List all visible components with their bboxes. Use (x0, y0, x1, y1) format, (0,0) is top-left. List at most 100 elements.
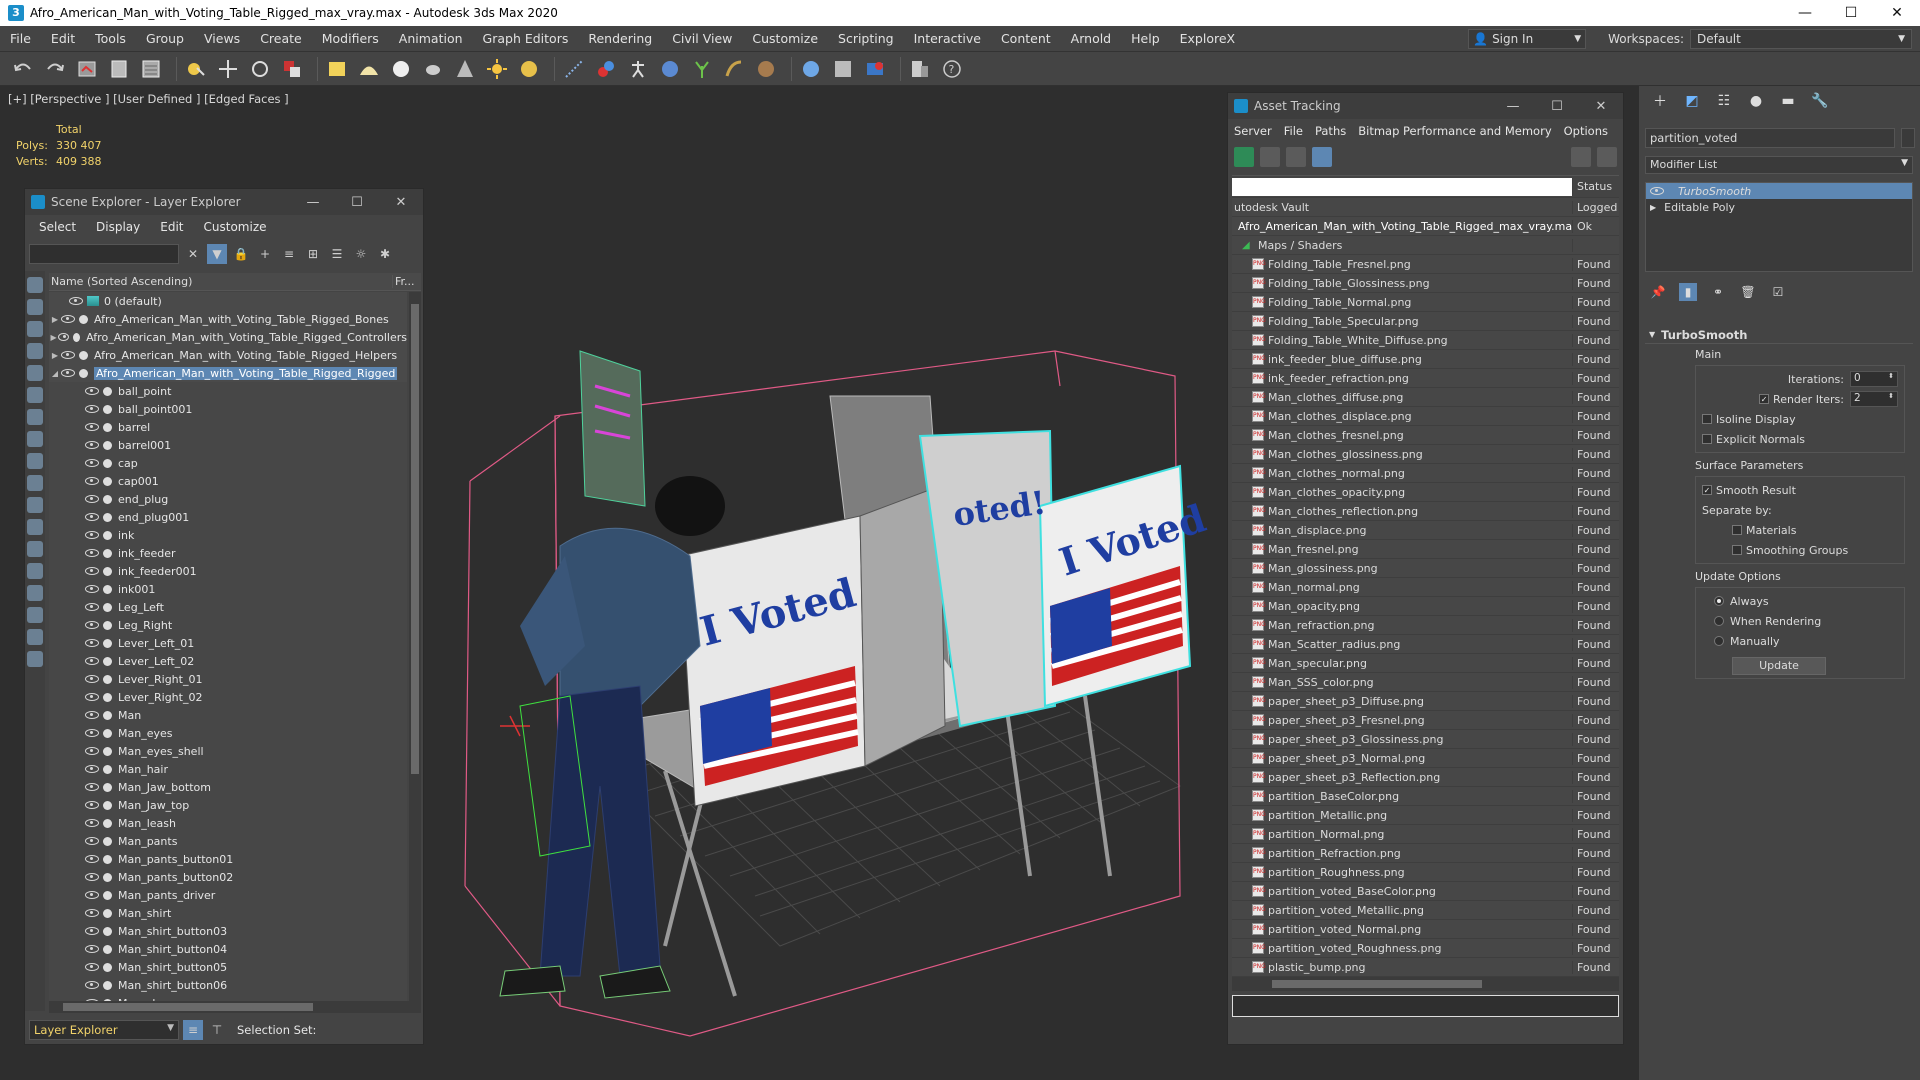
render-dot-icon[interactable] (103, 602, 112, 612)
menu-file[interactable]: File (0, 31, 41, 46)
render-dot-icon[interactable] (103, 980, 112, 990)
xrefs-filter-icon[interactable] (27, 431, 43, 447)
asset-file-row[interactable]: PNG Folding_Table_White_Diffuse.png Found (1232, 331, 1619, 350)
minimize-button[interactable]: — (291, 195, 335, 210)
render-dot-icon[interactable] (73, 332, 81, 342)
stack-item-turbosmooth[interactable]: TurboSmooth (1646, 183, 1912, 199)
se-menu-customize[interactable]: Customize (204, 220, 267, 234)
asset-tracking-titlebar[interactable]: Asset Tracking — ☐ ✕ (1228, 93, 1623, 119)
geometry-filter-icon[interactable] (27, 277, 43, 293)
object-color-swatch[interactable] (1901, 128, 1915, 148)
asset-file-row[interactable]: PNG ink_feeder_blue_diffuse.png Found (1232, 350, 1619, 369)
eye-icon[interactable] (69, 297, 83, 305)
render-dot-icon[interactable] (103, 440, 112, 450)
eye-icon[interactable] (85, 765, 99, 773)
object-row[interactable]: ink (49, 526, 407, 544)
asset-file-row[interactable]: PNG Man_normal.png Found (1232, 578, 1619, 597)
asset-file-row[interactable]: PNG Man_opacity.png Found (1232, 597, 1619, 616)
refresh-icon[interactable] (1234, 147, 1254, 167)
render-dot-icon[interactable] (103, 476, 112, 486)
render-dot-icon[interactable] (103, 692, 112, 702)
asset-file-row[interactable]: PNG Man_glossiness.png Found (1232, 559, 1619, 578)
render-dot-icon[interactable] (103, 764, 112, 774)
minimize-button[interactable]: — (1782, 0, 1828, 26)
asset-file-row[interactable]: PNG plastic_bump.png Found (1232, 958, 1619, 977)
object-name-field[interactable]: partition_voted (1645, 128, 1895, 148)
object-row[interactable]: Man_shirt_button03 (49, 922, 407, 940)
display-tab-icon[interactable]: ▬ (1775, 90, 1801, 112)
asset-file-row[interactable]: PNG paper_sheet_p3_Glossiness.png Found (1232, 730, 1619, 749)
spinner-arrows-icon[interactable]: ⬍ (1888, 392, 1894, 406)
eye-icon[interactable] (1650, 187, 1664, 195)
object-row[interactable]: barrel (49, 418, 407, 436)
asset-file-row[interactable]: PNG Man_displace.png Found (1232, 521, 1619, 540)
asset-file-row[interactable]: PNG Folding_Table_Normal.png Found (1232, 293, 1619, 312)
object-row[interactable]: Man_eyes_shell (49, 742, 407, 760)
expand-arrow-icon[interactable]: ▶ (1650, 203, 1656, 212)
object-row[interactable]: Man_Jaw_bottom (49, 778, 407, 796)
dome-icon[interactable] (356, 56, 382, 82)
object-row[interactable]: Man (49, 706, 407, 724)
object-row[interactable]: Lever_Left_01 (49, 634, 407, 652)
eye-icon[interactable] (85, 855, 99, 863)
select-move-icon[interactable] (215, 56, 241, 82)
display-none-icon[interactable] (27, 563, 43, 579)
layer-row[interactable]: ▶ Afro_American_Man_with_Voting_Table_Rig… (49, 346, 407, 364)
render-dot-icon[interactable] (103, 872, 112, 882)
select-scale-icon[interactable] (279, 56, 305, 82)
redo-icon[interactable] (42, 56, 68, 82)
scene-file-row[interactable]: Afro_American_Man_with_Voting_Table_Rigg… (1232, 217, 1619, 236)
render-dot-icon[interactable] (103, 800, 112, 810)
teapot-icon[interactable] (420, 56, 446, 82)
render-dot-icon[interactable] (103, 386, 112, 396)
menu-explorex[interactable]: ExploreX (1170, 31, 1245, 46)
render-iters-checkbox[interactable]: ✓ (1759, 394, 1770, 404)
render-iters-spinner[interactable]: 2 ⬍ (1850, 391, 1898, 407)
menu-help[interactable]: Help (1121, 31, 1170, 46)
se-menu-edit[interactable]: Edit (160, 220, 183, 234)
modify-tab-icon[interactable]: ◩ (1679, 90, 1705, 112)
eye-icon[interactable] (85, 441, 99, 449)
hair-icon[interactable] (721, 56, 747, 82)
plant-icon[interactable] (689, 56, 715, 82)
eye-icon[interactable] (85, 963, 99, 971)
help-icon[interactable]: ? (939, 56, 965, 82)
asset-file-row[interactable]: PNG partition_Normal.png Found (1232, 825, 1619, 844)
funnel-icon[interactable] (27, 607, 43, 623)
eye-icon[interactable] (85, 711, 99, 719)
eye-icon[interactable] (85, 981, 99, 989)
box-icon[interactable] (324, 56, 350, 82)
close-button[interactable]: ✕ (1874, 0, 1920, 26)
render-dot-icon[interactable] (103, 854, 112, 864)
vertical-scrollbar[interactable] (409, 292, 421, 1001)
shapes-filter-icon[interactable] (27, 299, 43, 315)
explorer-mode-dropdown[interactable]: Layer Explorer ▼ (29, 1020, 179, 1040)
lights-filter-icon[interactable] (27, 321, 43, 337)
object-row[interactable]: end_plug (49, 490, 407, 508)
object-row[interactable]: Man_leash (49, 814, 407, 832)
menu-graph-editors[interactable]: Graph Editors (473, 31, 579, 46)
menu-rendering[interactable]: Rendering (578, 31, 662, 46)
eye-icon[interactable] (58, 333, 70, 341)
object-row[interactable]: Man_eyes (49, 724, 407, 742)
eye-icon[interactable] (61, 351, 75, 359)
viewport-label[interactable]: [+] [Perspective ] [User Defined ] [Edge… (8, 92, 289, 106)
asset-file-row[interactable]: PNG paper_sheet_p3_Reflection.png Found (1232, 768, 1619, 787)
eye-icon[interactable] (61, 369, 75, 377)
select-link-icon[interactable] (74, 56, 100, 82)
horizontal-scrollbar[interactable] (49, 1001, 421, 1013)
expand-arrow-icon[interactable]: ▶ (49, 351, 61, 360)
materials-checkbox[interactable] (1732, 525, 1742, 535)
object-row[interactable]: ink001 (49, 580, 407, 598)
menu-animation[interactable]: Animation (389, 31, 473, 46)
close-button[interactable]: ✕ (1579, 99, 1623, 114)
isoline-display-checkbox[interactable] (1702, 414, 1712, 424)
pin-stack-icon[interactable]: 📌 (1649, 283, 1667, 301)
at-menu-paths[interactable]: Paths (1315, 124, 1346, 138)
asset-file-row[interactable]: PNG Man_clothes_fresnel.png Found (1232, 426, 1619, 445)
object-row[interactable]: cap (49, 454, 407, 472)
helpers-filter-icon[interactable] (27, 365, 43, 381)
layers-icon[interactable]: ≡ (279, 244, 299, 264)
render-frame-icon[interactable] (830, 56, 856, 82)
scrollbar-thumb[interactable] (1272, 980, 1482, 988)
